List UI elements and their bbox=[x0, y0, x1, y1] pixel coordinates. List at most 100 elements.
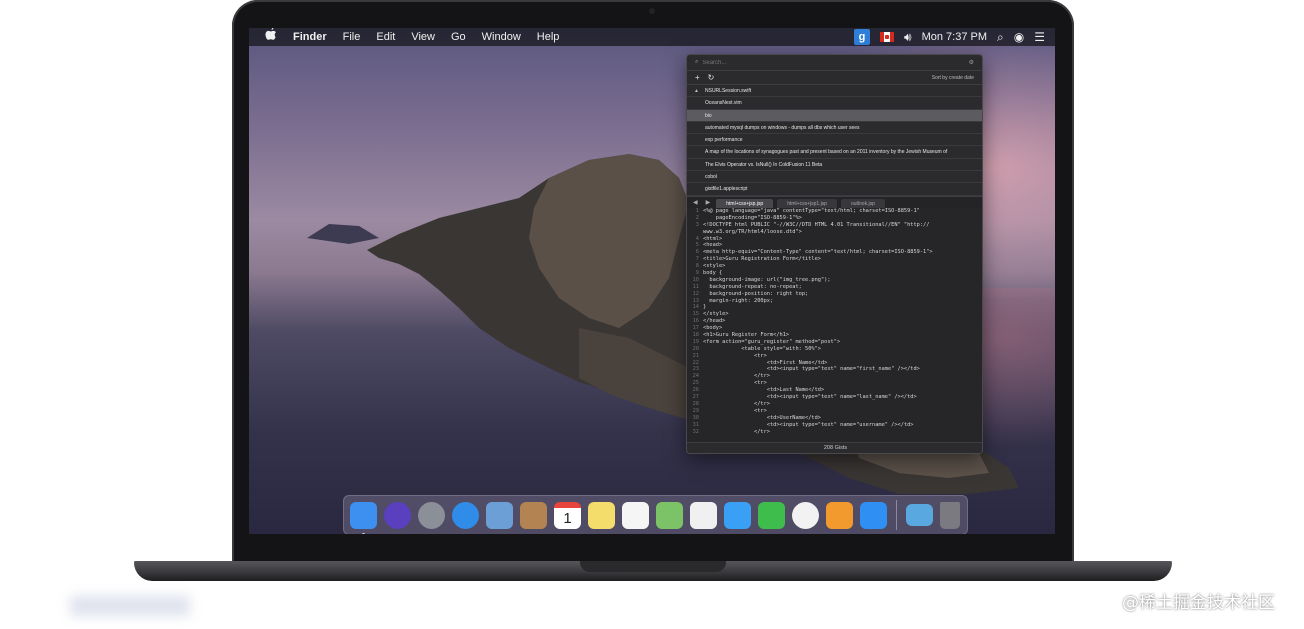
code-editor[interactable]: 1 <%@ page language="java" contentType="t… bbox=[687, 208, 982, 445]
gist-list-item[interactable]: gistfile1.applescript bbox=[687, 183, 982, 196]
line-number: 31 bbox=[692, 421, 699, 428]
line-number: 26 bbox=[692, 387, 699, 394]
desktop-screen: Finder File Edit View Go Window Help g 🔊… bbox=[249, 28, 1055, 534]
line-number: 19 bbox=[692, 338, 699, 345]
messages-icon[interactable] bbox=[724, 501, 751, 529]
file-tabs: ◀ ▶ html+css+jsp.jsp html+css+jsp1.jsp out… bbox=[687, 196, 982, 209]
code-line: www.w3.org/TR/html4/loose.dtd"> bbox=[687, 228, 982, 236]
code-line: 6 <meta http-equiv="Content-Type" content… bbox=[687, 249, 982, 256]
menu-help[interactable]: Help bbox=[529, 28, 568, 46]
code-text: <form action="guru_register" method="pos… bbox=[703, 338, 841, 345]
apple-menu-icon[interactable] bbox=[257, 28, 285, 47]
menu-bar: Finder File Edit View Go Window Help g 🔊… bbox=[249, 28, 1055, 46]
launchpad-icon[interactable] bbox=[418, 501, 445, 529]
line-number: 8 bbox=[695, 263, 699, 270]
facetime-icon[interactable] bbox=[758, 501, 785, 529]
code-line: 31 <td><input type="text" name="username… bbox=[687, 421, 982, 429]
code-text: background-image: url("img_tree.png"); bbox=[703, 276, 831, 283]
menu-clock[interactable]: Mon 7:37 PM bbox=[922, 31, 987, 43]
gist-count: 208 Gists bbox=[687, 442, 982, 453]
menu-go[interactable]: Go bbox=[443, 28, 474, 46]
code-text: <h1>Guru Register Form</h1> bbox=[703, 332, 790, 339]
gist-list-item[interactable]: bio bbox=[687, 109, 982, 122]
code-text: <!DOCTYPE html PUBLIC "-//W3C//DTD HTML … bbox=[703, 221, 930, 228]
preview-icon[interactable] bbox=[486, 501, 513, 529]
volume-icon[interactable]: 🔊︎ bbox=[904, 28, 912, 46]
code-line: 25 <tr> bbox=[687, 380, 982, 387]
notification-center-icon[interactable]: ☰ bbox=[1034, 28, 1045, 46]
gist-list-item[interactable]: A map of the locations of synagogues pas… bbox=[687, 146, 982, 159]
menu-view[interactable]: View bbox=[403, 28, 443, 46]
code-line: 1 <%@ page language="java" contentType="t… bbox=[687, 208, 982, 215]
menu-file[interactable]: File bbox=[335, 28, 369, 46]
code-text: body { bbox=[703, 270, 723, 277]
line-number: 25 bbox=[692, 380, 699, 387]
finder-icon[interactable] bbox=[350, 501, 377, 534]
trash-icon[interactable] bbox=[940, 501, 960, 529]
siri-menu-icon[interactable]: ◉ bbox=[1014, 28, 1024, 46]
code-text: <td>First Name</td> bbox=[703, 359, 828, 366]
tab-prev-icon[interactable]: ◀ bbox=[691, 197, 700, 209]
code-line: 29 <tr> bbox=[687, 407, 982, 415]
line-number: 1 bbox=[695, 208, 699, 214]
code-text: <title>Guru Registration Form</title> bbox=[703, 256, 821, 263]
calendar-icon[interactable]: 1 bbox=[554, 501, 581, 529]
code-text: </head> bbox=[703, 318, 726, 325]
safari-icon[interactable] bbox=[452, 501, 479, 529]
maps-icon[interactable] bbox=[656, 501, 683, 529]
menu-app-name[interactable]: Finder bbox=[285, 28, 335, 46]
code-text: www.w3.org/TR/html4/loose.dtd"> bbox=[703, 228, 802, 235]
refresh-button[interactable]: ↻ bbox=[708, 73, 715, 82]
books-icon[interactable] bbox=[826, 501, 853, 529]
photos-icon[interactable] bbox=[690, 501, 717, 529]
code-line: 19 <form action="guru_register" method="p… bbox=[687, 338, 982, 346]
base-shadow bbox=[70, 596, 190, 616]
line-number: 7 bbox=[695, 256, 699, 263]
spotlight-search-icon[interactable]: ⌕ bbox=[997, 28, 1004, 46]
sort-dropdown[interactable]: Sort by create date bbox=[932, 75, 974, 81]
line-number: 17 bbox=[692, 325, 699, 332]
line-number: 3 bbox=[695, 221, 699, 228]
code-line: 12 background-position: right top; bbox=[687, 291, 982, 298]
downloads-folder-icon[interactable] bbox=[906, 504, 933, 526]
code-text: <tr> bbox=[703, 407, 767, 414]
code-line: 9 body { bbox=[687, 270, 982, 277]
line-number: 23 bbox=[692, 366, 699, 373]
gist-search-input[interactable] bbox=[702, 59, 965, 66]
gist-list-item[interactable]: automated mysql dumps on windows - dumps… bbox=[687, 122, 982, 135]
app-store-icon[interactable] bbox=[860, 501, 887, 529]
siri-icon[interactable] bbox=[384, 501, 411, 529]
code-line: 8 <style> bbox=[687, 263, 982, 270]
gist-status-icon[interactable]: g bbox=[854, 29, 871, 45]
settings-gear-icon[interactable]: ⚙ bbox=[969, 59, 974, 66]
code-text: <body> bbox=[703, 325, 723, 332]
code-line: 7 <title>Guru Registration Form</title> bbox=[687, 256, 982, 263]
code-line: 2 pageEncoding="ISO-8859-1"%> bbox=[687, 215, 982, 222]
line-number: 28 bbox=[692, 400, 699, 407]
code-text: <head> bbox=[703, 242, 723, 249]
tab-next-icon[interactable]: ▶ bbox=[704, 197, 713, 209]
gist-list-item[interactable]: The Elvis Operator vs. IsNull() In ColdF… bbox=[687, 159, 982, 172]
menu-edit[interactable]: Edit bbox=[368, 28, 403, 46]
gist-list-item[interactable]: OceansNest.vim bbox=[687, 97, 982, 110]
contacts-icon[interactable] bbox=[520, 501, 547, 529]
notes-icon[interactable] bbox=[588, 501, 615, 529]
gist-list-item[interactable]: ▲ NSURLSession.swift bbox=[687, 85, 982, 98]
code-line: 30 <td>UserName</td> bbox=[687, 415, 982, 422]
code-text: </tr> bbox=[703, 373, 770, 380]
line-number: 22 bbox=[692, 359, 699, 366]
add-gist-button[interactable]: + bbox=[695, 73, 700, 82]
code-line: 27 <td><input type="text" name="last_nam… bbox=[687, 394, 982, 401]
news-icon[interactable] bbox=[792, 501, 819, 529]
gist-title: OceansNest.vim bbox=[705, 100, 742, 107]
reminders-icon[interactable] bbox=[622, 501, 649, 529]
line-number bbox=[687, 229, 703, 236]
input-source-flag-icon[interactable] bbox=[880, 32, 895, 42]
watermark: @稀土掘金技术社区 bbox=[1122, 593, 1275, 613]
search-icon: ⌕ bbox=[695, 59, 699, 65]
menu-window[interactable]: Window bbox=[474, 28, 529, 46]
code-text: background-repeat: no-repeat; bbox=[703, 283, 802, 290]
gist-list-item[interactable]: exp performance bbox=[687, 134, 982, 147]
gist-toolbar: + ↻ Sort by create date bbox=[687, 71, 982, 85]
gist-list-item[interactable]: cobol bbox=[687, 171, 982, 184]
